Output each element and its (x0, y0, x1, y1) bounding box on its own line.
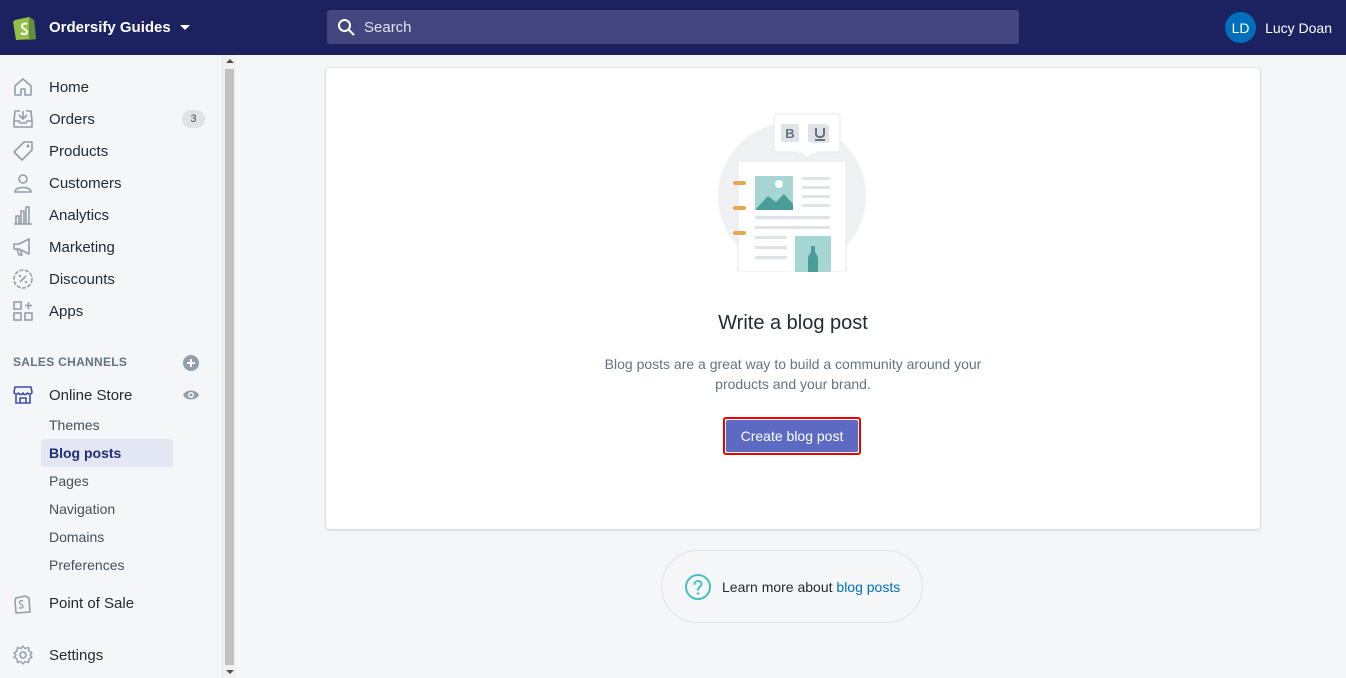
blog-posts-help-link[interactable]: blog posts (836, 579, 900, 595)
sidebar-item-label: Apps (49, 302, 84, 320)
help-circle-icon (685, 573, 711, 600)
empty-state-title: Write a blog post (718, 312, 868, 334)
point-of-sale-icon (14, 595, 31, 614)
underline-icon (811, 125, 829, 143)
store-name: Ordersify Guides (49, 18, 171, 36)
sidebar-item-orders[interactable]: Orders 3 (0, 103, 222, 135)
sidebar-item-analytics[interactable]: Analytics (0, 199, 222, 231)
sidebar-item-settings[interactable]: Settings (0, 639, 222, 671)
add-sales-channel-button[interactable] (182, 354, 200, 372)
sidebar-scrollbar[interactable] (222, 55, 236, 678)
sidebar: Home Orders 3 Products Customers Analyti… (0, 55, 222, 678)
sidebar-item-label: Settings (49, 646, 104, 664)
sidebar-item-label: Point of Sale (49, 594, 135, 612)
search-input[interactable] (364, 18, 964, 36)
learn-more-callout: Learn more about blog posts (661, 550, 923, 623)
sidebar-subitem-domains[interactable]: Domains (41, 523, 173, 551)
sidebar-item-label: Analytics (49, 206, 110, 224)
gear-icon (13, 645, 33, 665)
discount-icon (13, 269, 33, 289)
learn-more-prefix: Learn more about (722, 578, 837, 595)
cta-highlight: Create blog post (723, 417, 861, 455)
bar-chart-icon (14, 206, 32, 225)
sidebar-item-discounts[interactable]: Discounts (0, 263, 222, 295)
tag-icon (13, 141, 33, 161)
sidebar-item-apps[interactable]: Apps (0, 295, 222, 327)
sidebar-item-marketing[interactable]: Marketing (0, 231, 222, 263)
sidebar-item-customers[interactable]: Customers (0, 167, 222, 199)
svg-text:B: B (785, 126, 794, 141)
sidebar-item-home[interactable]: Home (0, 71, 222, 103)
search-icon (338, 19, 355, 36)
sidebar-item-label: Discounts (49, 270, 115, 288)
create-blog-post-button[interactable]: Create blog post (726, 420, 858, 452)
caret-down-icon (179, 24, 190, 30)
store-icon (13, 386, 33, 404)
learn-more-text: Learn more about blog posts (722, 579, 900, 595)
sidebar-subitem-pages[interactable]: Pages (41, 467, 173, 495)
store-switcher[interactable]: Ordersify Guides (12, 13, 190, 41)
person-icon (14, 174, 32, 193)
sidebar-item-label: Online Store (49, 386, 133, 404)
sidebar-subitem-themes[interactable]: Themes (41, 411, 173, 439)
sidebar-item-products[interactable]: Products (0, 135, 222, 167)
scroll-up-arrow-icon[interactable] (226, 59, 234, 63)
apps-icon (13, 301, 33, 321)
sidebar-item-label: Marketing (49, 238, 115, 256)
sidebar-subitem-preferences[interactable]: Preferences (41, 551, 173, 579)
top-bar: Ordersify Guides LD Lucy Doan (0, 0, 1346, 55)
home-icon (14, 78, 32, 96)
blog-post-illustration: B I (718, 113, 866, 272)
sidebar-item-label: Products (49, 142, 109, 160)
megaphone-icon (13, 238, 30, 256)
sidebar-item-point-of-sale[interactable]: Point of Sale (0, 587, 222, 619)
orders-count-badge: 3 (182, 110, 205, 128)
sidebar-item-label: Customers (49, 174, 122, 192)
scrollbar-thumb[interactable] (225, 69, 234, 665)
empty-state-card: B I Write a blog post Blog posts are a g… (326, 68, 1260, 529)
scroll-down-arrow-icon[interactable] (226, 670, 234, 674)
sales-channels-heading: SALES CHANNELS (13, 355, 128, 369)
sidebar-subitem-blog-posts[interactable]: Blog posts (41, 439, 173, 467)
avatar: LD (1225, 12, 1257, 43)
sidebar-item-label: Home (49, 78, 90, 96)
sidebar-item-label: Orders (49, 110, 95, 128)
shopify-logo-icon (13, 17, 36, 40)
search-bar[interactable] (327, 10, 1019, 44)
orders-icon (13, 110, 33, 128)
user-menu[interactable]: LD Lucy Doan (1225, 12, 1332, 43)
user-name: Lucy Doan (1265, 19, 1332, 36)
sidebar-subitem-navigation[interactable]: Navigation (41, 495, 173, 523)
empty-state-description: Blog posts are a great way to build a co… (604, 356, 982, 392)
eye-icon[interactable] (182, 387, 200, 403)
